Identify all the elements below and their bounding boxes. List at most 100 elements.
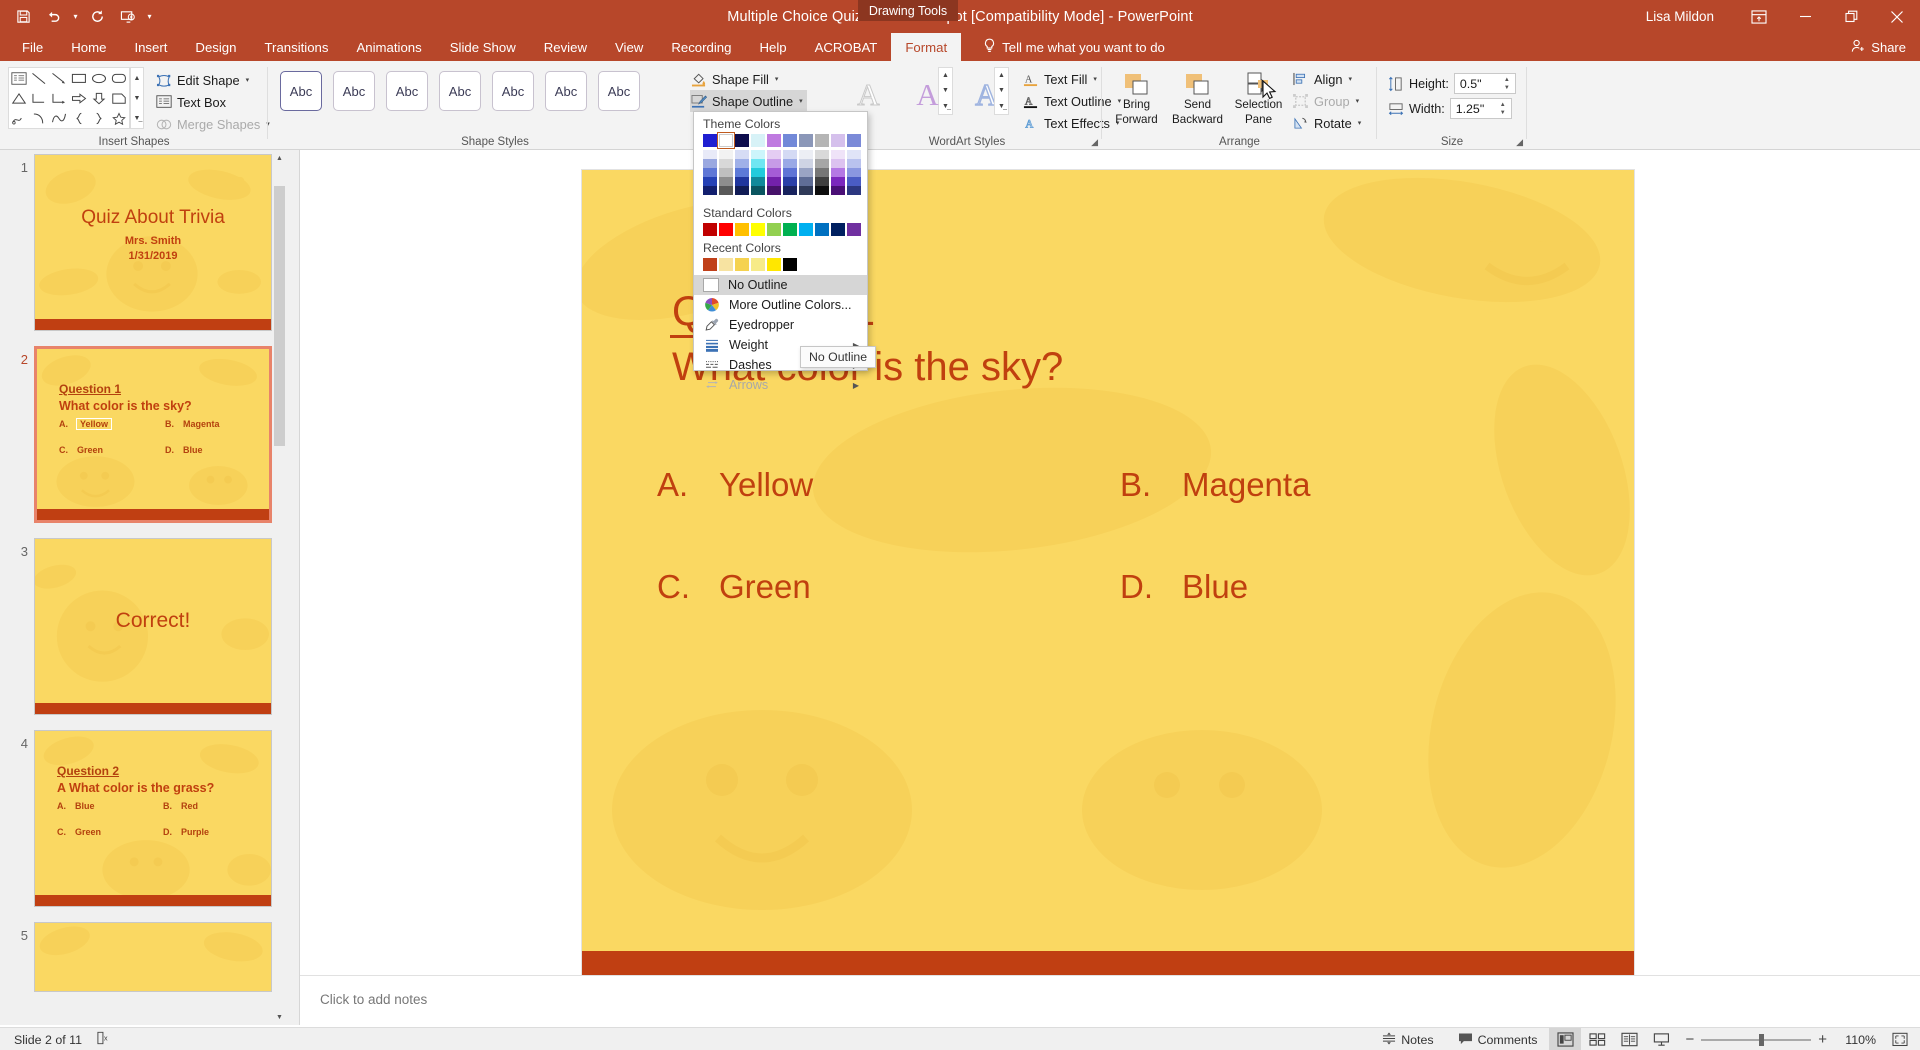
slide-thumbnail-pane[interactable]: 1 Quiz About Trivia Mrs. Smith 1/31/2019…	[0, 150, 300, 1025]
thumbnail-row-2[interactable]: 2 Question 1 What color is the sky? A. Y…	[0, 346, 290, 524]
undo-dropdown-icon[interactable]: ▾	[70, 12, 81, 21]
shape-fill-caret-icon[interactable]: ▾	[775, 75, 779, 83]
width-up-icon[interactable]: ▲	[1500, 102, 1506, 108]
tab-transitions[interactable]: Transitions	[250, 33, 342, 61]
tab-format[interactable]: Format	[891, 33, 962, 61]
theme-color-8[interactable]	[831, 134, 845, 147]
wordart-scroll-down-icon[interactable]: ▼	[998, 87, 1005, 94]
slide-option-d[interactable]: D. Blue	[1120, 568, 1248, 606]
thumbnail-row-3[interactable]: 3 Correct!	[0, 538, 290, 716]
shape-outline-button[interactable]: Shape Outline ▾	[690, 90, 807, 112]
standard-colors-row[interactable]	[694, 223, 867, 236]
align-button[interactable]: Align ▾	[1292, 68, 1361, 90]
share-button[interactable]: Share	[1851, 35, 1906, 59]
eyedropper-menu-item[interactable]: Eyedropper	[694, 315, 867, 335]
redo-icon[interactable]	[84, 4, 111, 30]
wordart-gallery-scroll[interactable]: ▲ ▼ ▼̲	[994, 67, 1009, 115]
minimize-icon[interactable]	[1782, 0, 1828, 33]
comments-button[interactable]: Comments	[1446, 1028, 1550, 1050]
shape-rectangle-icon[interactable]	[69, 68, 89, 88]
theme-color-7[interactable]	[815, 134, 829, 147]
text-box-button[interactable]: Text Box	[155, 91, 270, 113]
height-input[interactable]: 0.5" ▲ ▼	[1453, 73, 1516, 94]
size-dialog-launcher[interactable]: ◢	[1516, 137, 1523, 148]
theme-color-2[interactable]	[735, 134, 749, 147]
notes-placeholder[interactable]: Click to add notes	[320, 992, 427, 1007]
thumbnail-scroll-down-icon[interactable]: ▼	[273, 1009, 286, 1025]
recent-color-2[interactable]	[735, 258, 749, 271]
shape-oval-icon[interactable]	[89, 68, 109, 88]
wordart-scroll-up-icon[interactable]: ▲	[998, 72, 1005, 79]
notes-button[interactable]: Notes	[1370, 1028, 1445, 1050]
edit-shape-caret-icon[interactable]: ▾	[246, 76, 250, 84]
slide-option-c[interactable]: C. Green	[657, 568, 811, 606]
shape-style-5[interactable]: Abc	[492, 71, 534, 111]
shape-triangle-icon[interactable]	[9, 88, 29, 108]
theme-variant-col-2[interactable]	[735, 150, 749, 195]
bring-forward-button[interactable]: Bring Forward	[1110, 69, 1163, 127]
standard-color-8[interactable]	[831, 223, 845, 236]
standard-color-5[interactable]	[783, 223, 797, 236]
shape-style-3[interactable]: Abc	[386, 71, 428, 111]
theme-variant-col-1[interactable]	[719, 150, 733, 195]
accessibility-checker-icon[interactable]: x	[96, 1031, 111, 1048]
restore-icon[interactable]	[1828, 0, 1874, 33]
standard-color-9[interactable]	[847, 223, 861, 236]
text-fill-caret-icon[interactable]: ▾	[1093, 75, 1097, 83]
ribbon-display-options-icon[interactable]	[1736, 0, 1782, 33]
tell-me-search[interactable]: Tell me what you want to do	[961, 33, 1165, 61]
theme-variant-col-9[interactable]	[847, 150, 861, 195]
tab-review[interactable]: Review	[530, 33, 601, 61]
zoom-slider-handle[interactable]	[1759, 1033, 1765, 1046]
shape-arrow-icon[interactable]	[49, 68, 69, 88]
theme-variant-col-3[interactable]	[751, 150, 765, 195]
notes-pane[interactable]: Click to add notes	[300, 975, 1920, 1027]
no-outline-menu-item[interactable]: No Outline	[694, 275, 867, 295]
zoom-control[interactable]: − + 110%	[1677, 1031, 1884, 1048]
account-name[interactable]: Lisa Mildon	[1646, 9, 1714, 24]
slide-thumbnail-2[interactable]: Question 1 What color is the sky? A. Yell…	[34, 346, 272, 523]
theme-color-1[interactable]	[717, 132, 735, 149]
theme-color-4[interactable]	[767, 134, 781, 147]
width-spinner[interactable]: ▲ ▼	[1496, 99, 1510, 118]
shape-style-7[interactable]: Abc	[598, 71, 640, 111]
align-caret-icon[interactable]: ▾	[1348, 75, 1352, 83]
shape-fill-button[interactable]: Shape Fill ▾	[690, 68, 807, 90]
theme-color-9[interactable]	[847, 134, 861, 147]
tab-view[interactable]: View	[601, 33, 657, 61]
tab-slide-show[interactable]: Slide Show	[436, 33, 530, 61]
shape-style-2[interactable]: Abc	[333, 71, 375, 111]
shapes-gallery-more-icon[interactable]: ▼̲	[131, 108, 143, 128]
shape-style-1[interactable]: Abc	[280, 71, 322, 111]
shape-line-icon[interactable]	[29, 68, 49, 88]
theme-colors-top-row[interactable]	[694, 132, 867, 149]
recent-color-5[interactable]	[783, 258, 797, 271]
shape-style-6[interactable]: Abc	[545, 71, 587, 111]
more-outline-colors-menu-item[interactable]: More Outline Colors...	[694, 295, 867, 315]
zoom-out-button[interactable]: −	[1685, 1031, 1694, 1048]
wordart-style-2[interactable]: A	[905, 71, 950, 117]
zoom-level-label[interactable]: 110%	[1834, 1033, 1876, 1047]
zoom-slider[interactable]	[1701, 1033, 1812, 1046]
zoom-in-button[interactable]: +	[1818, 1031, 1827, 1048]
shape-style-4[interactable]: Abc	[439, 71, 481, 111]
close-icon[interactable]	[1874, 0, 1920, 33]
shape-folded-corner-icon[interactable]	[109, 88, 129, 108]
edit-shape-button[interactable]: Edit Shape ▾	[155, 69, 270, 91]
tab-insert[interactable]: Insert	[120, 33, 181, 61]
tab-home[interactable]: Home	[57, 33, 120, 61]
theme-color-5[interactable]	[783, 134, 797, 147]
shape-curve-icon[interactable]	[49, 108, 69, 128]
shapes-scroll-up-icon[interactable]: ▲	[131, 68, 143, 88]
customize-qat-icon[interactable]: ▾	[144, 12, 155, 21]
wordart-gallery[interactable]: A A A	[846, 71, 1009, 117]
undo-icon[interactable]	[40, 4, 67, 30]
thumbnail-scroll-track[interactable]	[273, 166, 286, 1009]
standard-color-1[interactable]	[719, 223, 733, 236]
theme-variant-col-8[interactable]	[831, 150, 845, 195]
height-up-icon[interactable]: ▲	[1504, 77, 1510, 83]
shape-down-arrow-icon[interactable]	[89, 88, 109, 108]
standard-color-0[interactable]	[703, 223, 717, 236]
recent-color-1[interactable]	[719, 258, 733, 271]
slide-thumbnail-3[interactable]: Correct!	[34, 538, 272, 715]
